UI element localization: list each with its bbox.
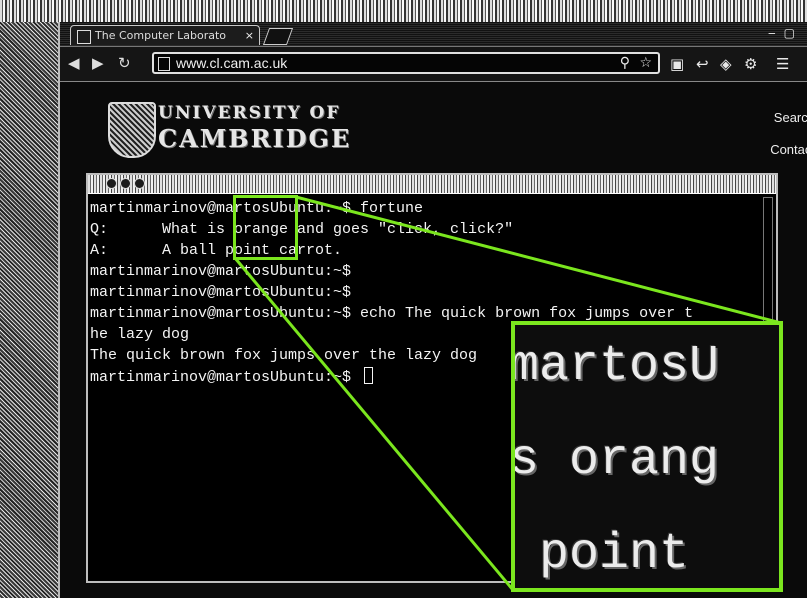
terminal-line: The quick brown fox jumps over the lazy … bbox=[90, 347, 478, 364]
page-menu-icon[interactable]: ◈ bbox=[720, 55, 732, 73]
terminal-line: martinmarinov@martosUbuntu:~$ bbox=[90, 284, 352, 301]
search-link[interactable]: Search bbox=[774, 110, 807, 125]
terminal-prompt-line: martinmarinov@martosUbuntu:~$ bbox=[90, 367, 374, 387]
tab-close-icon[interactable]: × bbox=[245, 26, 254, 45]
browser-tab[interactable]: The Computer Laborato × bbox=[70, 25, 260, 45]
menu-icon[interactable]: ☰ bbox=[776, 55, 789, 73]
terminal-line: martinmarinov@martosUbuntu:~$ bbox=[90, 263, 352, 280]
browser-toolbar: ◀ ▶ ↻ www.cl.cam.ac.uk ⚲ ☆ ▣ ↩ ◈ ⚙ ☰ bbox=[60, 47, 807, 82]
zoom-line: point bbox=[511, 526, 690, 583]
logo-line-2: CAMBRIDGE bbox=[158, 124, 352, 153]
search-icon[interactable]: ⚲ bbox=[620, 55, 630, 71]
terminal-close-icon[interactable] bbox=[106, 178, 117, 189]
page-icon bbox=[158, 57, 170, 71]
zoom-highlight-box bbox=[233, 195, 298, 260]
reload-icon[interactable]: ↻ bbox=[118, 55, 131, 71]
university-logo[interactable]: UNIVERSITY OF CAMBRIDGE bbox=[158, 102, 351, 154]
terminal-line: A: A ball point carrot. bbox=[90, 242, 343, 259]
terminal-minimize-icon[interactable] bbox=[120, 178, 131, 189]
page-favicon-icon bbox=[77, 30, 91, 44]
terminal-line: Q: What is orange and goes "click, click… bbox=[90, 221, 514, 238]
address-bar[interactable]: www.cl.cam.ac.uk ⚲ ☆ bbox=[152, 52, 660, 74]
zoom-line: martosU bbox=[511, 338, 720, 395]
back-arrow-icon[interactable]: ◀ bbox=[68, 55, 80, 71]
terminal-prompt: martinmarinov@martosUbuntu:~$ bbox=[90, 369, 361, 386]
extension-icon[interactable]: ▣ bbox=[670, 55, 684, 73]
address-url[interactable]: www.cl.cam.ac.uk bbox=[176, 54, 287, 72]
settings-gear-icon[interactable]: ⚙ bbox=[744, 55, 757, 73]
university-crest-icon bbox=[108, 102, 156, 158]
terminal-maximize-icon[interactable] bbox=[134, 178, 145, 189]
tab-bar: The Computer Laborato × ‒▢ bbox=[60, 22, 807, 47]
tab-title: The Computer Laborato bbox=[95, 29, 227, 42]
bookmark-star-icon[interactable]: ☆ bbox=[639, 55, 652, 71]
window-controls[interactable]: ‒▢ bbox=[768, 26, 803, 40]
zoom-line: s orang bbox=[511, 432, 720, 489]
terminal-line: he lazy dog bbox=[90, 326, 190, 343]
desktop-top-panel bbox=[0, 0, 807, 22]
terminal-titlebar[interactable] bbox=[88, 175, 776, 194]
terminal-cursor bbox=[364, 367, 374, 384]
logo-line-1: UNIVERSITY OF bbox=[158, 103, 341, 123]
share-icon[interactable]: ↩ bbox=[696, 55, 709, 73]
contact-link[interactable]: Contact bbox=[770, 142, 807, 157]
new-tab-button[interactable] bbox=[262, 28, 294, 45]
forward-arrow-icon[interactable]: ▶ bbox=[92, 55, 104, 71]
zoom-inset: martosU s orang point bbox=[511, 321, 783, 592]
